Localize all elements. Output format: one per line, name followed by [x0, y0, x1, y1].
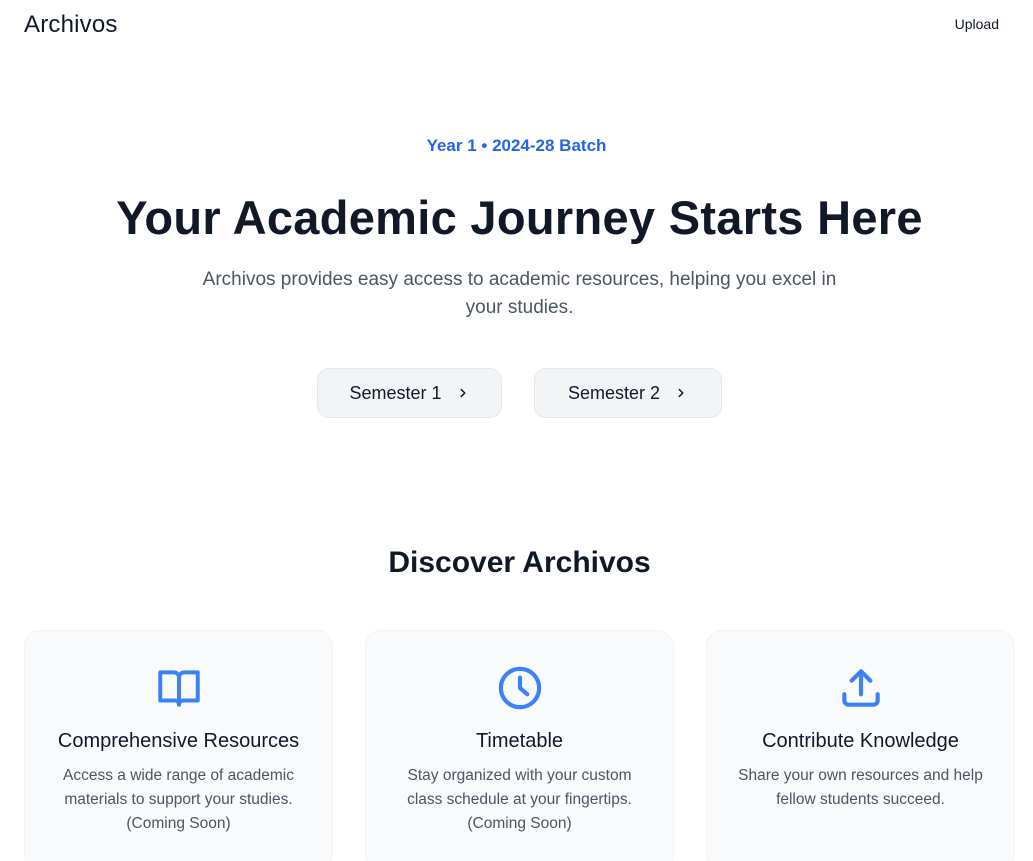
semester-1-label: Semester 1 — [349, 382, 442, 403]
feature-card-contribute: Contribute Knowledge Share your own reso… — [706, 630, 1015, 861]
semester-1-button[interactable]: Semester 1 — [317, 368, 502, 418]
card-description: Share your own resources and help fellow… — [738, 767, 983, 808]
brand-logo[interactable]: Archivos — [24, 11, 118, 39]
card-description: Stay organized with your custom class sc… — [407, 767, 632, 832]
card-title: Contribute Knowledge — [762, 730, 959, 752]
semester-2-label: Semester 2 — [567, 382, 661, 403]
upload-link[interactable]: Upload — [955, 16, 999, 32]
semester-2-button[interactable]: Semester 2 — [534, 368, 722, 418]
page: Archivos Upload Year 1 • 2024-28 Batch Y… — [0, 0, 1033, 861]
upload-icon — [841, 669, 880, 707]
feature-card-resources: Comprehensive Resources Access a wide ra… — [24, 630, 333, 861]
book-open-icon — [157, 670, 200, 707]
batch-label: Year 1 • 2024-28 Batch — [426, 136, 607, 155]
card-title: Timetable — [475, 730, 564, 752]
clock-icon — [498, 666, 541, 710]
card-description: Access a wide range of academic material… — [63, 767, 294, 832]
chevron-right-icon — [678, 388, 684, 398]
discover-title: Discover Archivos — [388, 546, 651, 579]
hero-title: Your Academic Journey Starts Here — [116, 191, 923, 244]
hero-subtitle: Archivos provides easy access to academi… — [202, 269, 837, 318]
feature-card-timetable: Timetable Stay organized with your custo… — [365, 630, 674, 861]
chevron-right-icon — [460, 388, 466, 398]
card-title: Comprehensive Resources — [57, 730, 300, 752]
